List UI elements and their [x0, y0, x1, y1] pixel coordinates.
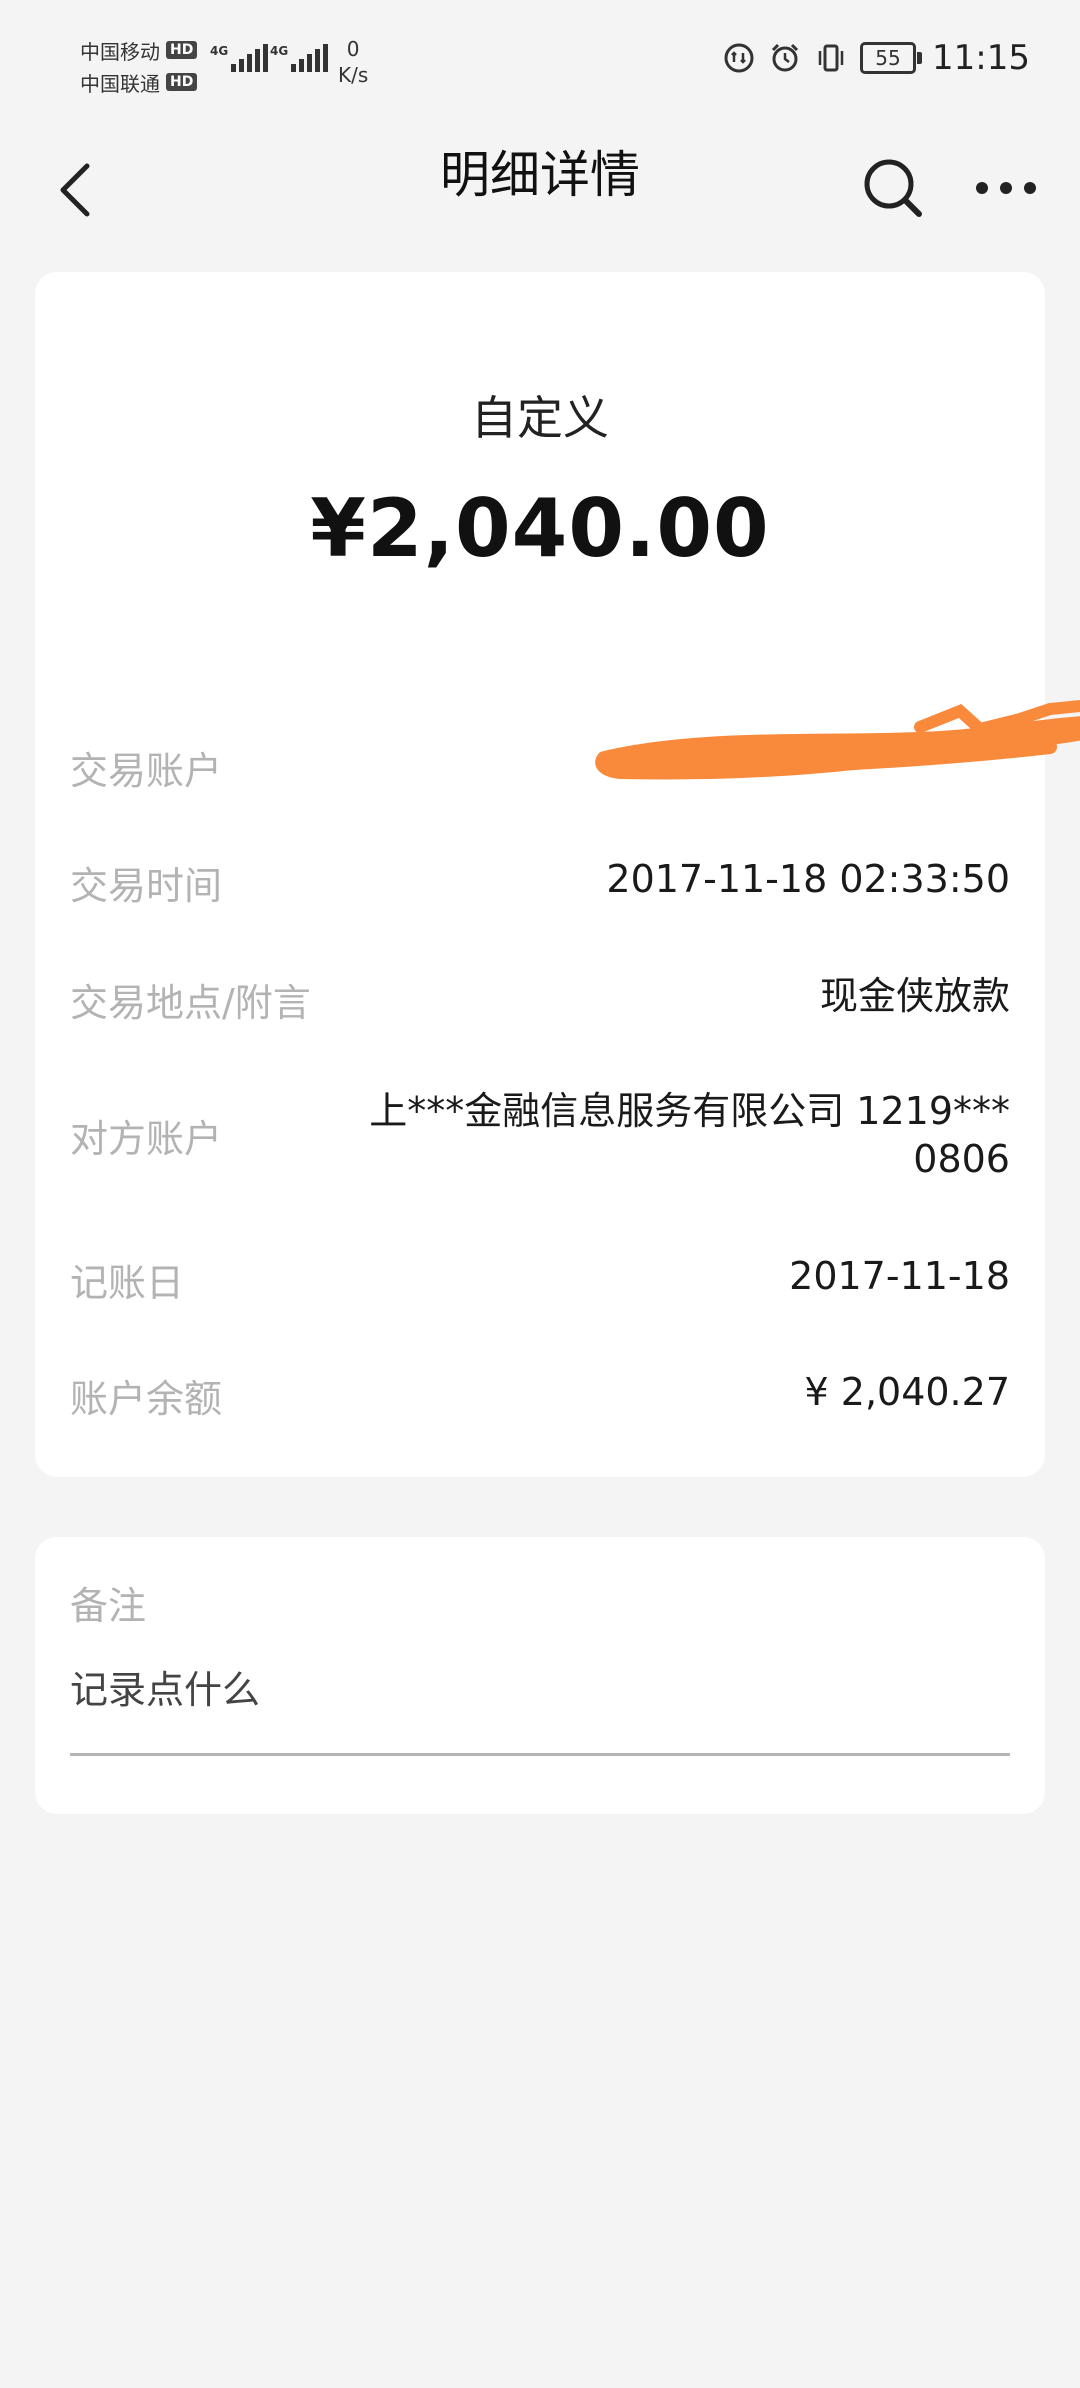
hd-badge: HD [166, 41, 198, 59]
posting-date-value: 2017-11-18 [789, 1254, 1010, 1298]
vibrate-icon [814, 41, 848, 75]
carrier-2-name: 中国联通 [80, 71, 160, 96]
detail-row-location: 交易地点/附言 现金侠放款 [70, 972, 1010, 1027]
battery-icon: 55 [860, 42, 923, 74]
more-button[interactable] [966, 143, 1046, 233]
redaction-scribble [595, 699, 1080, 780]
counterparty-value: 上***金融信息服务有限公司 1219*** 0806 [369, 1089, 1010, 1181]
transaction-category: 自定义 [471, 391, 609, 445]
data-saver-icon [722, 41, 756, 75]
transaction-amount: ¥2,040.00 [310, 482, 770, 575]
account-label: 交易账户 [70, 749, 223, 793]
clock: 11:15 [932, 38, 1030, 78]
search-icon [864, 159, 922, 217]
note-input[interactable] [70, 1655, 1010, 1725]
detail-row-counterparty: 对方账户 上***金融信息服务有限公司 1219*** 0806 [70, 1087, 1010, 1183]
location-label: 交易地点/附言 [70, 981, 311, 1025]
carrier-info: 中国移动 HD 中国联通 HD [80, 34, 198, 98]
balance-label: 账户余额 [70, 1377, 223, 1421]
time-label: 交易时间 [70, 864, 223, 908]
hd-badge: HD [166, 73, 198, 91]
status-bar: 中国移动 HD 中国联通 HD 4G 4G 0 K/s 55 11:15 [0, 0, 1080, 125]
chevron-left-icon [60, 163, 90, 217]
detail-row-posting-date: 记账日 2017-11-18 [70, 1252, 1010, 1307]
note-underline [70, 1753, 1010, 1756]
transaction-detail-card: 自定义 ¥2,040.00 交易账户 交易时间 2017-11-18 02:33… [35, 272, 1080, 1477]
counterparty-label: 对方账户 [70, 1116, 223, 1161]
note-label: 备注 [70, 1584, 147, 1628]
net-speed: 0 K/s [338, 37, 369, 87]
balance-value: ¥ 2,040.27 [804, 1370, 1010, 1414]
alarm-icon [768, 41, 802, 75]
posting-date-label: 记账日 [70, 1261, 185, 1305]
carrier-1-name: 中国移动 [80, 39, 160, 64]
detail-row-time: 交易时间 2017-11-18 02:33:50 [70, 855, 1010, 910]
signal-2-icon: 4G [270, 44, 331, 72]
more-dots-icon [976, 182, 1036, 194]
time-value: 2017-11-18 02:33:50 [606, 857, 1010, 901]
search-button[interactable] [855, 143, 931, 233]
detail-row-balance: 账户余额 ¥ 2,040.27 [70, 1368, 1010, 1423]
note-card: 备注 [35, 1537, 1045, 1814]
signal-1-icon: 4G [210, 44, 271, 72]
back-button[interactable] [40, 145, 110, 235]
location-value: 现金侠放款 [819, 974, 1010, 1018]
nav-bar: 明细详情 [0, 125, 1080, 250]
